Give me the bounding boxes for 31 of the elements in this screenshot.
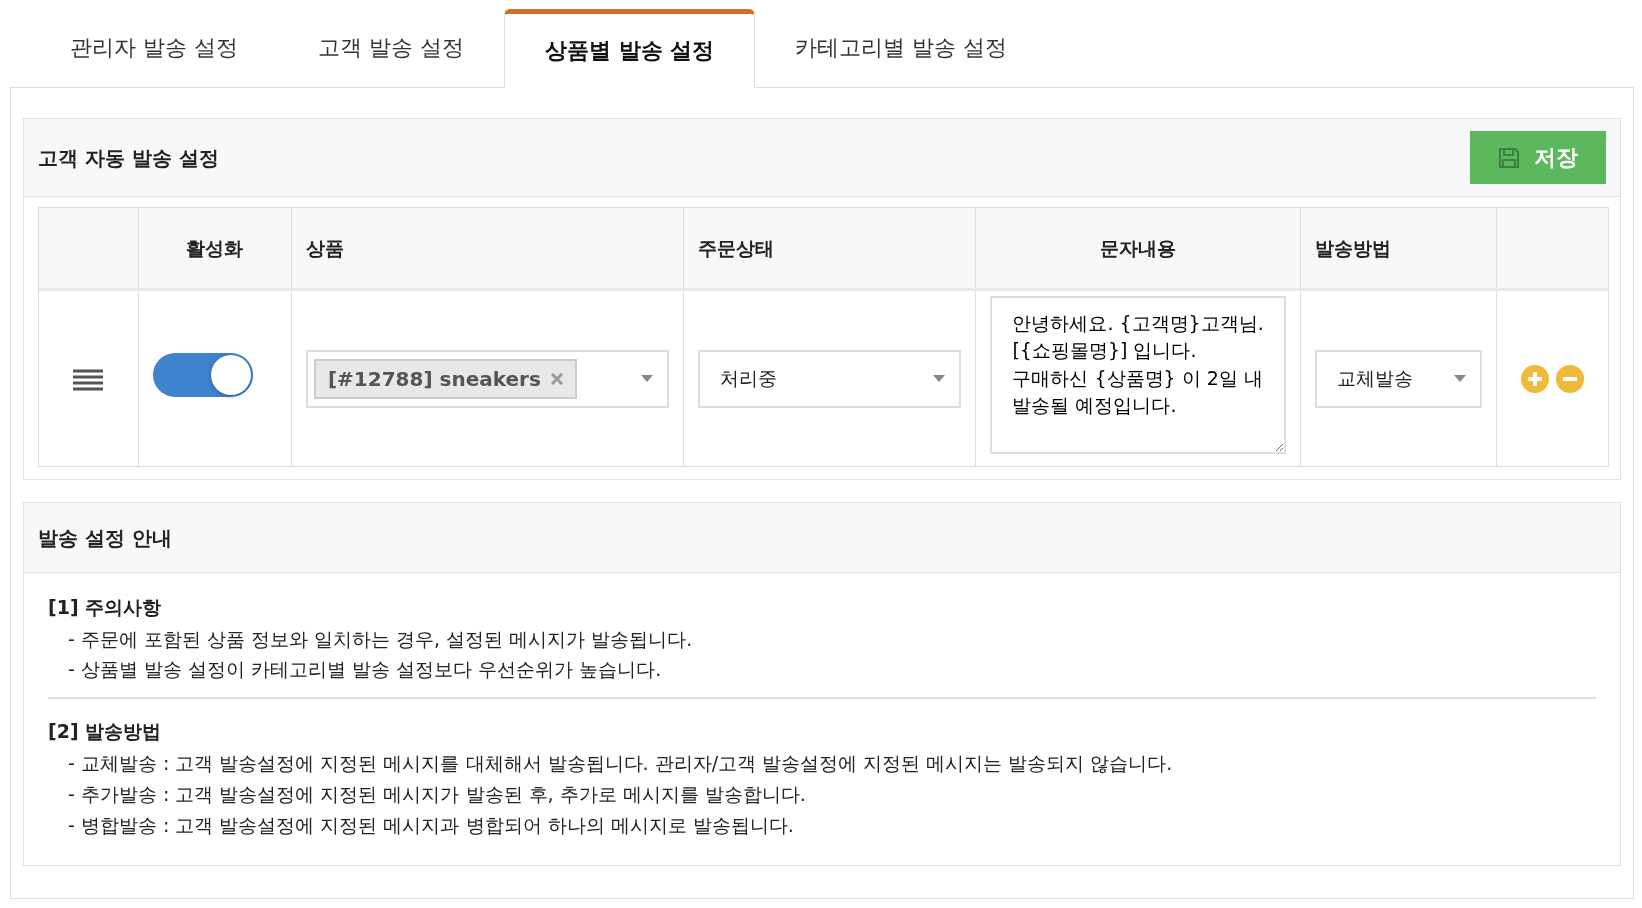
caret-icon [640,375,653,382]
remove-icon[interactable] [550,372,563,385]
method-select[interactable]: 교체발송 [1315,349,1482,408]
guide-text: - 병합발송 : 고객 발송설정에 지정된 메시지과 병합되어 하나의 메시지로 발송됩니다. [67,812,795,838]
message-field[interactable]: 안녕하세요. {고객명}고객님. [{쇼핑몰명}] 입니다. 구매하신 {상품명} 이 2일 내 발송될 예정입니다. [990,295,1287,454]
guide-text: - 상품별 발송 설정이 카테고리별 발송 설정보다 우선순위가 높습니다. [67,657,663,683]
column-header: 발송방법 [1315,236,1392,259]
toggle-switch[interactable] [152,352,253,397]
column-header: 활성화 [186,236,244,259]
panel-title: 발송 설정 안내 [38,524,172,552]
column-header: 주문상태 [697,236,774,259]
panel-title: 고객 자동 발송 설정 [38,144,219,172]
caret-icon [1454,375,1466,382]
tab[interactable]: 관리자 발송 설정 [30,8,278,87]
tab[interactable]: 카테고리별 발송 설정 [755,8,1048,87]
guide-text: - 교체발송 : 고객 발송설정에 지정된 메시지를 대체해서 발송됩니다. 관리자/고객 발송설정에 지정된 메시지는 발송되지 않습니다. [67,750,1174,776]
drag-handle-icon[interactable] [73,368,104,391]
status-select[interactable]: 처리중 [697,349,962,408]
add-icon[interactable] [1521,365,1550,394]
guide-text: - 추가발송 : 고객 발송설정에 지정된 메시지가 발송된 후, 추가로 메시지를 발송합니다. [67,781,807,807]
section-heading: [2] 발송방법 [48,719,163,745]
section-heading: [1] 주의사항 [48,595,163,620]
guide-text: - 주문에 포함된 상품 정보와 일치하는 경우, 설정된 메시지가 발송됩니다. [67,626,694,652]
column-header: 상품 [305,236,344,259]
caret-icon [933,375,946,382]
tab[interactable]: 고객 발송 설정 [278,8,504,87]
column-header: 문자내용 [1100,236,1177,259]
remove-icon[interactable] [1555,365,1584,394]
product-select[interactable]: [#12788] sneakers [305,349,669,408]
product-tag[interactable]: [#12788] sneakers [313,358,577,399]
tab[interactable]: 상품별 발송 설정 [504,9,756,88]
